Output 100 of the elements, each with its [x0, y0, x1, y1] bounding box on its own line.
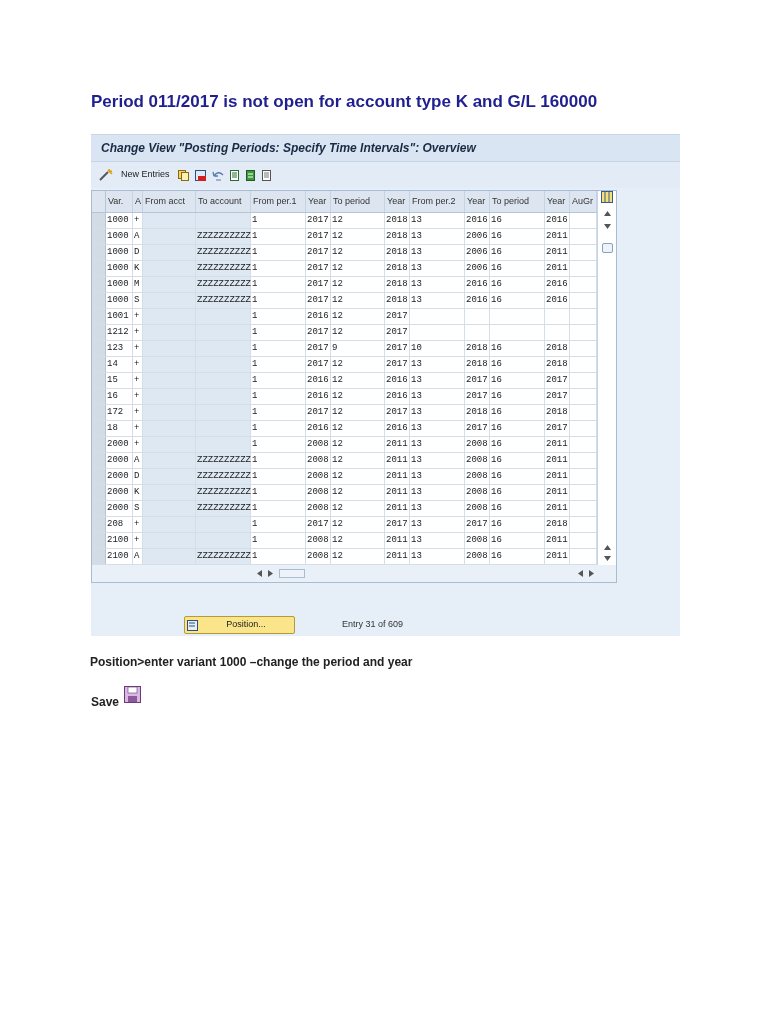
table-cell: 1: [251, 245, 306, 260]
table-cell: 13: [410, 405, 465, 420]
table-cell: 2017: [465, 421, 490, 436]
table-cell: 2000: [106, 485, 133, 500]
column-header[interactable]: A: [133, 191, 143, 212]
scroll-left-icon[interactable]: [578, 570, 583, 577]
column-header[interactable]: To period: [490, 191, 545, 212]
table-cell: 2017: [306, 229, 331, 244]
table-cell: 2016: [306, 389, 331, 404]
table-cell: 12: [331, 309, 385, 324]
instruction-text: Position>enter variant 1000 –change the period and year: [90, 654, 414, 671]
select-all-icon[interactable]: [229, 169, 240, 181]
table-cell: 2018: [385, 277, 410, 292]
table-cell: +: [133, 517, 143, 532]
table-cell: 1: [251, 517, 306, 532]
copy-icon[interactable]: [177, 169, 189, 181]
entry-counter: Entry 31 of 609: [342, 618, 404, 632]
table-cell: 12: [331, 373, 385, 388]
table-cell: 16: [490, 437, 545, 452]
column-header[interactable]: Year: [385, 191, 410, 212]
table-cell: 2008: [465, 469, 490, 484]
table-cell: 2100: [106, 549, 133, 564]
table-cell: 1: [251, 437, 306, 452]
table-cell: 2008: [306, 437, 331, 452]
table-cell: 12: [331, 357, 385, 372]
table-cell: 13: [410, 261, 465, 276]
column-header[interactable]: From per.1: [251, 191, 306, 212]
delete-row-icon[interactable]: [194, 169, 206, 181]
table-cell: ZZZZZZZZZZ: [196, 245, 251, 260]
table-cell: 2016: [385, 373, 410, 388]
table-cell: 172: [106, 405, 133, 420]
table-cell: 2008: [465, 453, 490, 468]
undo-icon[interactable]: [211, 169, 224, 181]
table-cell: 13: [410, 517, 465, 532]
table-cell: 2016: [306, 373, 331, 388]
table-cell: 2016: [385, 389, 410, 404]
scroll-down-icon[interactable]: [603, 224, 611, 229]
column-header[interactable]: Year: [465, 191, 490, 212]
table-cell: +: [133, 533, 143, 548]
column-header[interactable]: Year: [545, 191, 570, 212]
row-selector[interactable]: [92, 549, 106, 564]
deselect-icon[interactable]: [261, 169, 272, 181]
table-cell: 2017: [306, 341, 331, 356]
table-cell: 12: [331, 453, 385, 468]
table-cell: 15: [106, 373, 133, 388]
column-header[interactable]: Year: [306, 191, 331, 212]
table-cell: 2011: [545, 485, 570, 500]
table-cell: 13: [410, 485, 465, 500]
table-cell: 16: [490, 501, 545, 516]
table-cell: 2011: [545, 469, 570, 484]
wand-icon[interactable]: [99, 169, 113, 181]
column-header[interactable]: From acct: [143, 191, 196, 212]
scroll-thumb[interactable]: [279, 569, 305, 578]
table-cell: 13: [410, 453, 465, 468]
column-header[interactable]: To period: [331, 191, 385, 212]
select-block-icon[interactable]: [245, 169, 256, 181]
table-cell: 2011: [385, 485, 410, 500]
row-selector[interactable]: [92, 213, 106, 228]
table-cell: 1000: [106, 213, 133, 228]
table-cell: 12: [331, 277, 385, 292]
table-cell: 2016: [545, 213, 570, 228]
table-cell: +: [133, 341, 143, 356]
table-cell: 12: [331, 501, 385, 516]
table-cell: ZZZZZZZZZZ: [196, 229, 251, 244]
table-cell: 2017: [545, 421, 570, 436]
table-cell: 1: [251, 277, 306, 292]
table-cell: 2016: [465, 293, 490, 308]
table-cell: ZZZZZZZZZZ: [196, 501, 251, 516]
table-cell: 13: [410, 549, 465, 564]
table-cell: 2008: [306, 501, 331, 516]
scroll-down-icon[interactable]: [603, 556, 611, 561]
table-cell: 1: [251, 405, 306, 420]
column-header[interactable]: To account: [196, 191, 251, 212]
table-cell: 9: [331, 341, 385, 356]
table-cell: ZZZZZZZZZZ: [196, 485, 251, 500]
scroll-left-icon[interactable]: [257, 570, 262, 577]
table-cell: 2017: [385, 357, 410, 372]
table-cell: 2017: [306, 293, 331, 308]
new-entries-button[interactable]: New Entries: [119, 168, 172, 182]
column-settings-icon[interactable]: [601, 191, 613, 203]
column-header[interactable]: From per.2: [410, 191, 465, 212]
table-cell: +: [133, 357, 143, 372]
table-cell: 2017: [306, 325, 331, 340]
position-button[interactable]: Position...: [184, 616, 295, 634]
table-cell: 2017: [306, 405, 331, 420]
column-header[interactable]: Var.: [106, 191, 133, 212]
table-cell: 13: [410, 229, 465, 244]
list-icon: [187, 619, 198, 631]
table-cell: 2016: [545, 277, 570, 292]
table-cell: ZZZZZZZZZZ: [196, 277, 251, 292]
scroll-thumb[interactable]: [601, 243, 613, 253]
scroll-right-icon[interactable]: [589, 570, 594, 577]
table-cell: 2017: [306, 245, 331, 260]
table-cell: 2017: [306, 357, 331, 372]
scroll-up-icon[interactable]: [603, 211, 611, 216]
table-cell: 16: [490, 261, 545, 276]
table-cell: 2011: [545, 437, 570, 452]
scroll-right-icon[interactable]: [268, 570, 273, 577]
table-cell: 2017: [385, 325, 410, 340]
scroll-up-icon[interactable]: [603, 545, 611, 550]
